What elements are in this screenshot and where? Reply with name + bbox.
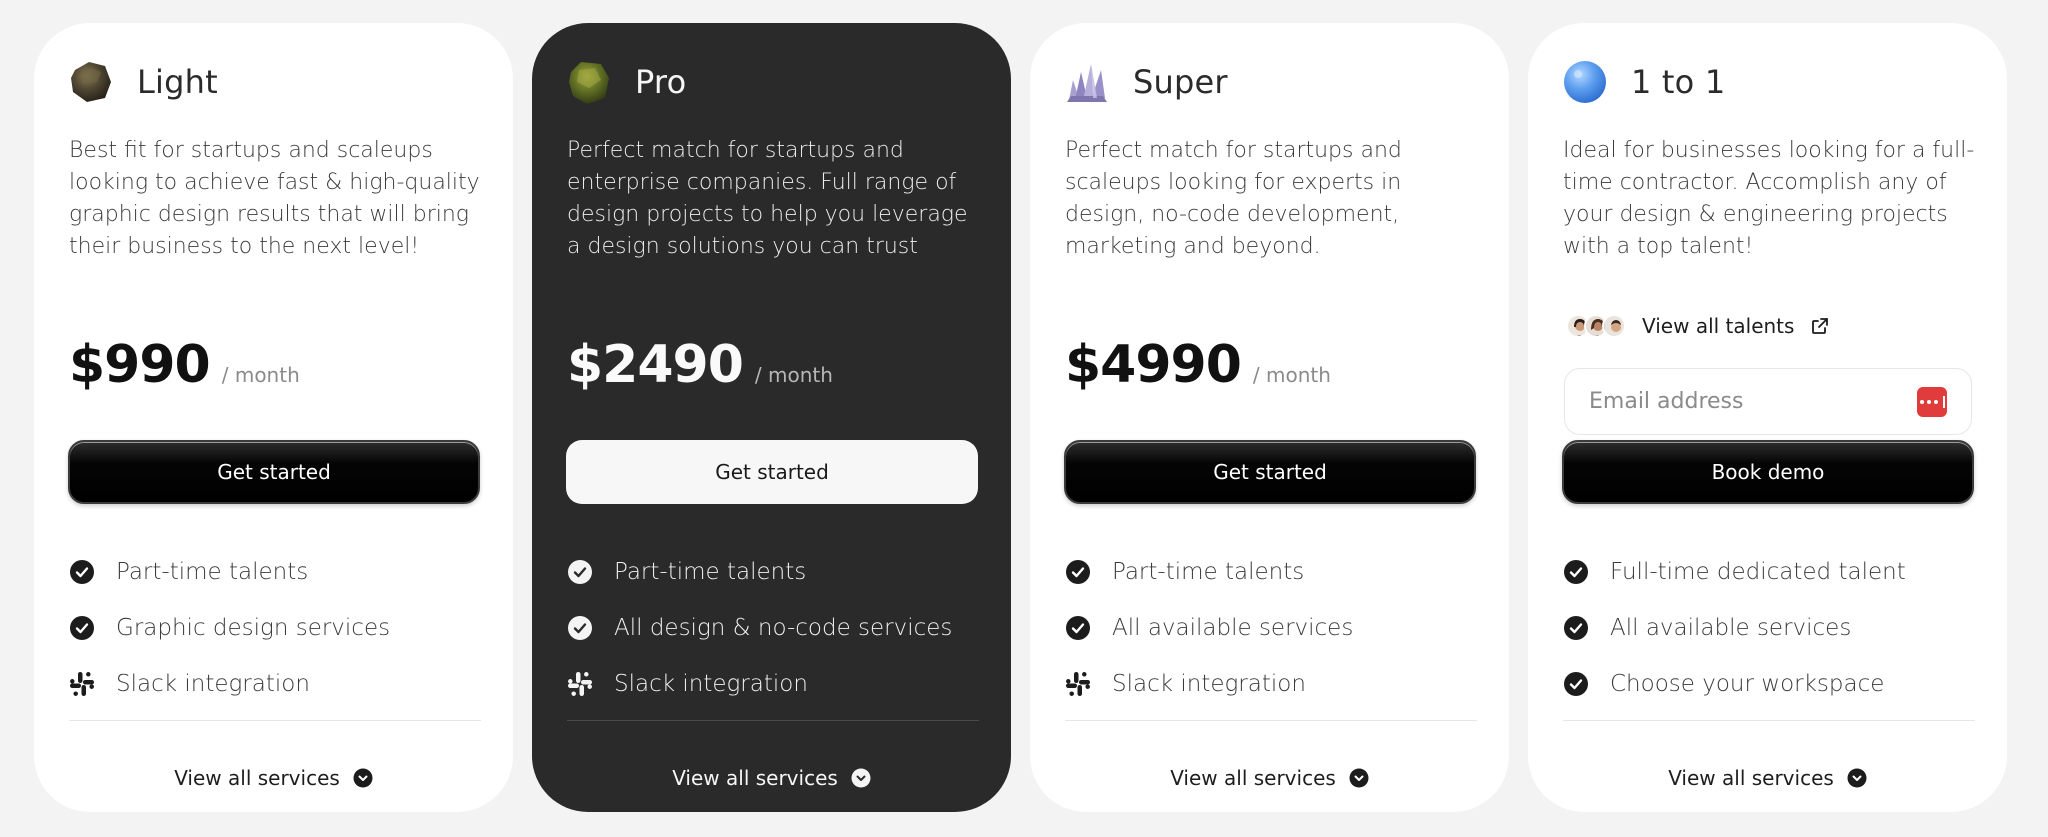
slack-icon — [567, 671, 593, 697]
password-manager-icon[interactable] — [1917, 387, 1947, 417]
plan-card-light: Light Best fit for startups and scaleups… — [34, 23, 513, 812]
check-circle-icon — [1563, 671, 1589, 697]
feature-item: Full-time dedicated talent — [1563, 544, 1975, 600]
check-circle-icon — [69, 559, 95, 585]
check-circle-icon — [1065, 559, 1091, 585]
view-all-services-label: View all services — [1170, 766, 1336, 790]
book-demo-button[interactable]: Book demo — [1562, 440, 1974, 504]
view-all-services-label: View all services — [1668, 766, 1834, 790]
view-all-services-link[interactable]: View all services — [532, 763, 1011, 793]
view-all-services-link[interactable]: View all services — [34, 763, 513, 793]
view-all-services-link[interactable]: View all services — [1528, 763, 2007, 793]
plan-price: $2490 — [567, 335, 744, 395]
divider — [69, 720, 481, 721]
crystal-icon — [1065, 58, 1109, 106]
avatar-group — [1566, 314, 1626, 338]
price-period: / month — [1252, 363, 1331, 387]
divider — [567, 720, 979, 721]
feature-item: Slack integration — [69, 656, 481, 712]
external-link-icon — [1810, 316, 1830, 336]
plan-description: Best fit for startups and scaleups looki… — [69, 138, 480, 259]
email-field-wrapper — [1564, 368, 1972, 435]
plan-header: Pro — [567, 58, 686, 106]
plan-header: Super — [1065, 58, 1228, 106]
get-started-button[interactable]: Get started — [566, 440, 978, 504]
plan-title: 1 to 1 — [1631, 63, 1726, 101]
chevron-down-circle-icon — [353, 768, 373, 788]
feature-item: Part-time talents — [69, 544, 481, 600]
divider — [1563, 720, 1975, 721]
plan-title: Super — [1133, 63, 1228, 101]
feature-list: Part-time talents All available services… — [1065, 544, 1477, 712]
feature-label: Graphic design services — [116, 615, 391, 641]
feature-label: Choose your workspace — [1610, 671, 1885, 697]
feature-item: Slack integration — [567, 656, 979, 712]
check-circle-icon — [567, 559, 593, 585]
feature-item: Part-time talents — [1065, 544, 1477, 600]
avatar — [1602, 314, 1626, 338]
get-started-button[interactable]: Get started — [1064, 440, 1476, 504]
check-circle-icon — [69, 615, 95, 641]
feature-item: All design & no-code services — [567, 600, 979, 656]
price-row: $4990 / month — [1065, 335, 1331, 395]
chevron-down-circle-icon — [1349, 768, 1369, 788]
plan-description: Perfect match for startups and scaleups … — [1065, 138, 1402, 259]
view-all-talents-link[interactable]: View all talents — [1642, 314, 1794, 338]
blue-orb-icon — [1563, 58, 1607, 106]
plan-card-1-to-1: 1 to 1 Ideal for businesses looking for … — [1528, 23, 2007, 812]
feature-label: All available services — [1112, 615, 1354, 641]
get-started-button[interactable]: Get started — [68, 440, 480, 504]
feature-label: Slack integration — [614, 671, 808, 697]
price-row: $990 / month — [69, 335, 300, 395]
plan-price: $4990 — [1065, 335, 1242, 395]
plan-header: Light — [69, 58, 218, 106]
email-field[interactable] — [1589, 369, 1889, 434]
chevron-down-circle-icon — [851, 768, 871, 788]
feature-label: Full-time dedicated talent — [1610, 559, 1906, 585]
feature-list: Full-time dedicated talent All available… — [1563, 544, 1975, 712]
feature-list: Part-time talents Graphic design service… — [69, 544, 481, 712]
rock-icon — [69, 58, 113, 106]
feature-label: All design & no-code services — [614, 615, 953, 641]
view-all-services-label: View all services — [174, 766, 340, 790]
plan-price: $990 — [69, 335, 211, 395]
feature-list: Part-time talents All design & no-code s… — [567, 544, 979, 712]
plan-description: Ideal for businesses looking for a full-… — [1563, 138, 1975, 259]
feature-label: Part-time talents — [1112, 559, 1305, 585]
view-all-services-label: View all services — [672, 766, 838, 790]
check-circle-icon — [1563, 559, 1589, 585]
price-period: / month — [754, 363, 833, 387]
chevron-down-circle-icon — [1847, 768, 1867, 788]
feature-label: Slack integration — [1112, 671, 1306, 697]
check-circle-icon — [1065, 615, 1091, 641]
feature-item: All available services — [1065, 600, 1477, 656]
feature-item: Part-time talents — [567, 544, 979, 600]
mossy-rock-icon — [567, 58, 611, 106]
plan-header: 1 to 1 — [1563, 58, 1725, 106]
plan-card-super: Super Perfect match for startups and sca… — [1030, 23, 1509, 812]
price-period: / month — [221, 363, 300, 387]
divider — [1065, 720, 1477, 721]
talents-row[interactable]: View all talents — [1566, 314, 1830, 338]
plan-title: Pro — [635, 63, 687, 101]
pricing-cards: Light Best fit for startups and scaleups… — [34, 23, 2007, 812]
check-circle-icon — [567, 615, 593, 641]
plan-card-pro: Pro Perfect match for startups and enter… — [532, 23, 1011, 812]
feature-item: Slack integration — [1065, 656, 1477, 712]
plan-description: Perfect match for startups and enterpris… — [567, 138, 968, 259]
feature-label: Part-time talents — [116, 559, 309, 585]
feature-item: Graphic design services — [69, 600, 481, 656]
view-all-services-link[interactable]: View all services — [1030, 763, 1509, 793]
plan-title: Light — [137, 63, 218, 101]
feature-label: Part-time talents — [614, 559, 807, 585]
feature-item: All available services — [1563, 600, 1975, 656]
slack-icon — [69, 671, 95, 697]
check-circle-icon — [1563, 615, 1589, 641]
feature-label: Slack integration — [116, 671, 310, 697]
feature-item: Choose your workspace — [1563, 656, 1975, 712]
price-row: $2490 / month — [567, 335, 833, 395]
feature-label: All available services — [1610, 615, 1852, 641]
slack-icon — [1065, 671, 1091, 697]
